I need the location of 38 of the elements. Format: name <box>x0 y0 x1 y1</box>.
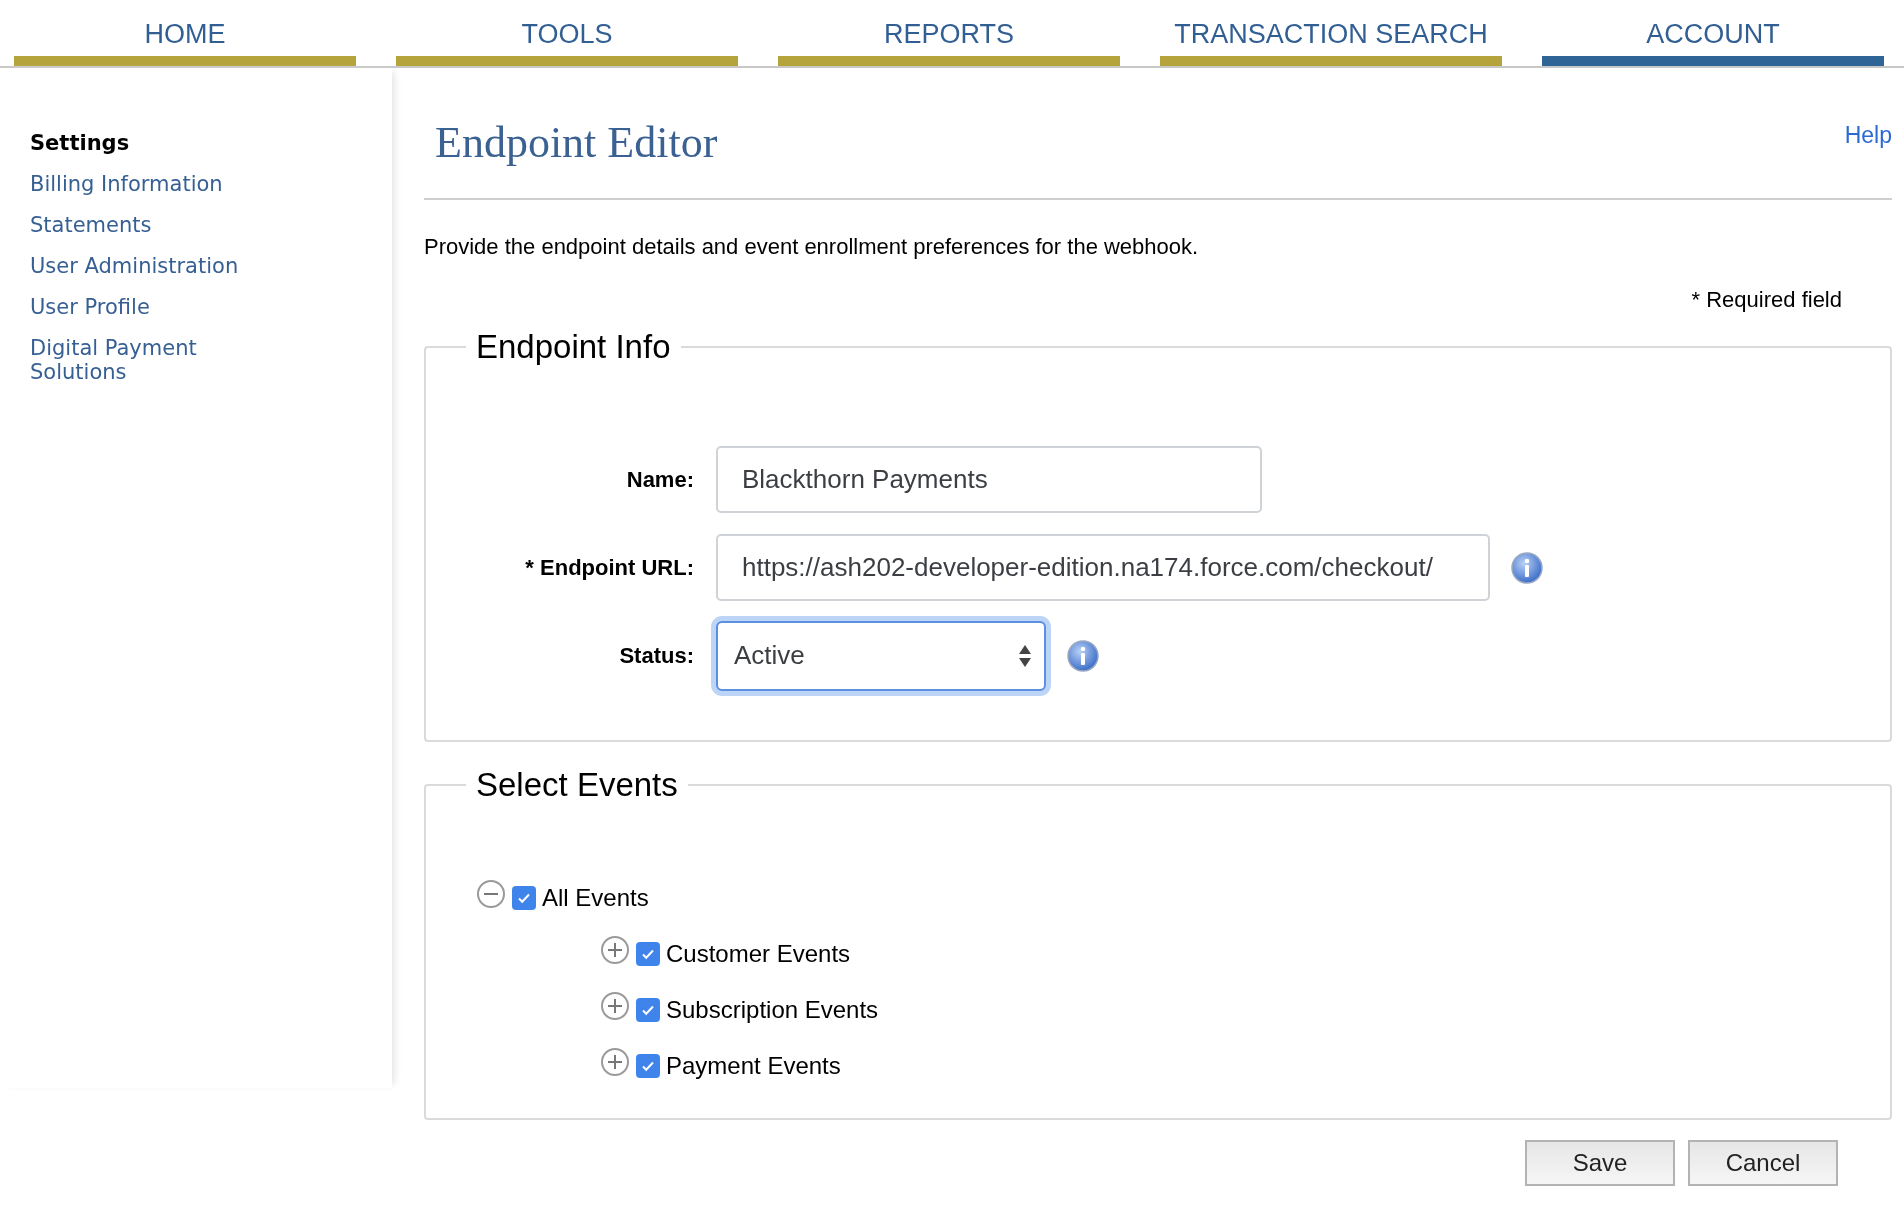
text-field[interactable]: Blackthorn Payments <box>716 446 1262 513</box>
field-label: * Endpoint URL: <box>524 554 695 582</box>
help-link[interactable]: Help <box>1844 110 1892 153</box>
tree-item-label: Customer Events <box>666 938 851 969</box>
description-text: Provide the endpoint details and event enrollment preferences for the webhook. <box>424 233 1200 261</box>
plus-circle-icon[interactable] <box>600 990 630 1021</box>
nav-tab[interactable]: HOME <box>14 0 356 66</box>
sidebar-link[interactable]: Statements <box>30 212 260 237</box>
checkbox[interactable] <box>512 885 536 910</box>
plus-circle-icon[interactable] <box>600 934 630 965</box>
nav-tab[interactable]: TRANSACTION SEARCH <box>1160 0 1502 66</box>
section-legend: Select Events <box>466 760 688 810</box>
field-label: Status: <box>618 642 695 670</box>
checkbox[interactable] <box>636 941 660 966</box>
required-note: * Required field <box>1691 286 1842 314</box>
minus-circle-icon[interactable] <box>476 878 506 909</box>
nav-tab[interactable]: REPORTS <box>778 0 1120 66</box>
nav-tab[interactable]: TOOLS <box>396 0 738 66</box>
plus-circle-icon[interactable] <box>600 1046 630 1077</box>
tree-item-label: Subscription Events <box>666 994 879 1025</box>
sidebar-link[interactable]: Digital Payment Solutions <box>30 335 260 384</box>
tree-item-label: Payment Events <box>666 1050 841 1081</box>
field-label: Name: <box>625 466 695 494</box>
checkbox[interactable] <box>636 997 660 1022</box>
info-icon[interactable] <box>1510 550 1544 585</box>
cancel-button[interactable]: Cancel <box>1688 1140 1838 1186</box>
sidebar-link[interactable]: User Administration <box>30 253 260 278</box>
text-field[interactable]: https://ash202-developer-edition.na174.force.com/checkout/ <box>716 534 1490 601</box>
checkbox[interactable] <box>636 1053 660 1078</box>
sidebar-link[interactable]: Billing Information <box>30 171 260 196</box>
sidebar-link[interactable]: User Profile <box>30 294 260 319</box>
info-icon[interactable] <box>1066 638 1100 673</box>
save-button[interactable]: Save <box>1525 1140 1675 1186</box>
page-title: Endpoint Editor <box>435 117 718 169</box>
tree-item-label: All Events <box>542 882 649 913</box>
section-legend: Endpoint Info <box>466 322 681 372</box>
nav-tab[interactable]: ACCOUNT <box>1542 0 1884 66</box>
sidebar-heading: Settings <box>30 130 131 157</box>
